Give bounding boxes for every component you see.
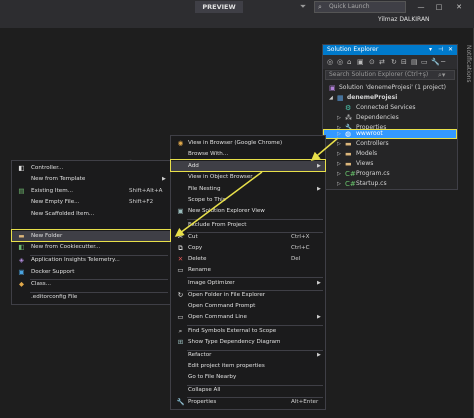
arrow-to-new-folder [174, 171, 263, 237]
arrow-to-add [310, 137, 339, 161]
annotation-arrows [174, 137, 339, 237]
